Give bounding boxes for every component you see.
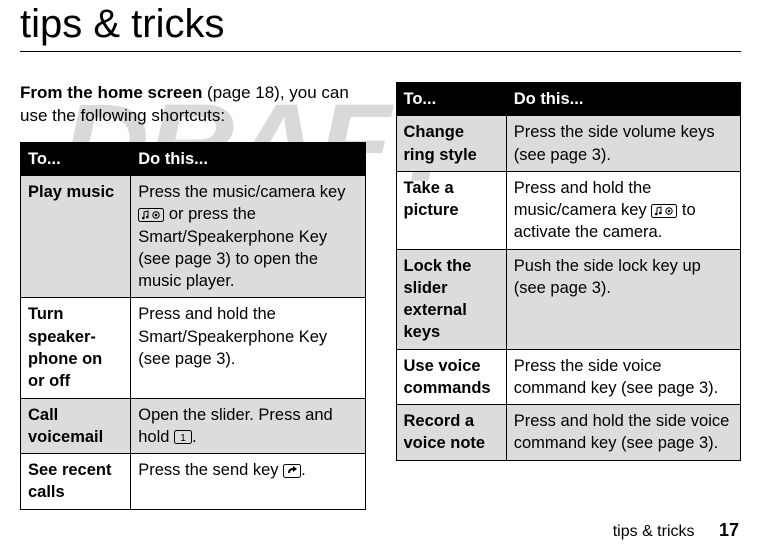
cell-do: Press the side volume keys (see page 3). — [506, 116, 740, 172]
th-to: To... — [21, 142, 131, 175]
cell-to: Change ring style — [396, 116, 506, 172]
shortcuts-table-left: To... Do this... Play musicPress the mus… — [20, 142, 366, 510]
cell-do: Press the music/camera key or press the … — [131, 176, 365, 298]
cell-to: Lock the slider external keys — [396, 249, 506, 349]
table-row: Turn speaker-phone on or offPress and ho… — [21, 298, 366, 398]
cell-to: Play music — [21, 176, 131, 298]
table-row: Call voicemailOpen the slider. Press and… — [21, 398, 366, 454]
table-row: Lock the slider external keysPush the si… — [396, 249, 741, 349]
left-column: From the home screen (page 18), you can … — [20, 82, 366, 510]
cell-to: Turn speaker-phone on or off — [21, 298, 131, 398]
table-row: See recent callsPress the send key . — [21, 454, 366, 510]
th-do: Do this... — [506, 83, 740, 116]
intro-bold: From the home screen — [20, 83, 202, 102]
cell-to: Use voice commands — [396, 349, 506, 405]
cell-do: Press and hold the Smart/Speakerphone Ke… — [131, 298, 365, 398]
intro-text: From the home screen (page 18), you can … — [20, 82, 366, 128]
table-row: Change ring stylePress the side volume k… — [396, 116, 741, 172]
cell-do: Push the side lock key up (see page 3). — [506, 249, 740, 349]
cell-do: Open the slider. Press and hold 1. — [131, 398, 365, 454]
footer-label: tips & tricks — [613, 523, 695, 540]
cell-to: Call voicemail — [21, 398, 131, 454]
th-to: To... — [396, 83, 506, 116]
tbody-right: Change ring stylePress the side volume k… — [396, 116, 741, 460]
table-row: Play musicPress the music/camera key or … — [21, 176, 366, 298]
page-footer: tips & tricks 17 — [613, 520, 739, 541]
cell-do: Press the send key . — [131, 454, 365, 510]
table-row: Record a voice notePress and hold the si… — [396, 405, 741, 461]
right-column: To... Do this... Change ring stylePress … — [396, 82, 742, 510]
page-title: tips & tricks — [20, 0, 741, 52]
cell-to: Record a voice note — [396, 405, 506, 461]
cell-do: Press and hold the music/camera key to a… — [506, 171, 740, 249]
music-camera-icon — [138, 208, 164, 222]
svg-text:1: 1 — [180, 433, 186, 444]
th-do: Do this... — [131, 142, 365, 175]
cell-to: See recent calls — [21, 454, 131, 510]
shortcuts-table-right: To... Do this... Change ring stylePress … — [396, 82, 742, 461]
key-1-icon: 1 — [174, 430, 192, 444]
tbody-left: Play musicPress the music/camera key or … — [21, 176, 366, 509]
cell-to: Take a picture — [396, 171, 506, 249]
music-camera-icon — [651, 204, 677, 218]
table-row: Use voice commandsPress the side voice c… — [396, 349, 741, 405]
cell-do: Press and hold the side voice command ke… — [506, 405, 740, 461]
table-row: Take a picturePress and hold the music/c… — [396, 171, 741, 249]
send-key-icon — [283, 464, 301, 478]
cell-do: Press the side voice command key (see pa… — [506, 349, 740, 405]
content-columns: From the home screen (page 18), you can … — [20, 82, 741, 510]
footer-page-number: 17 — [719, 520, 739, 540]
